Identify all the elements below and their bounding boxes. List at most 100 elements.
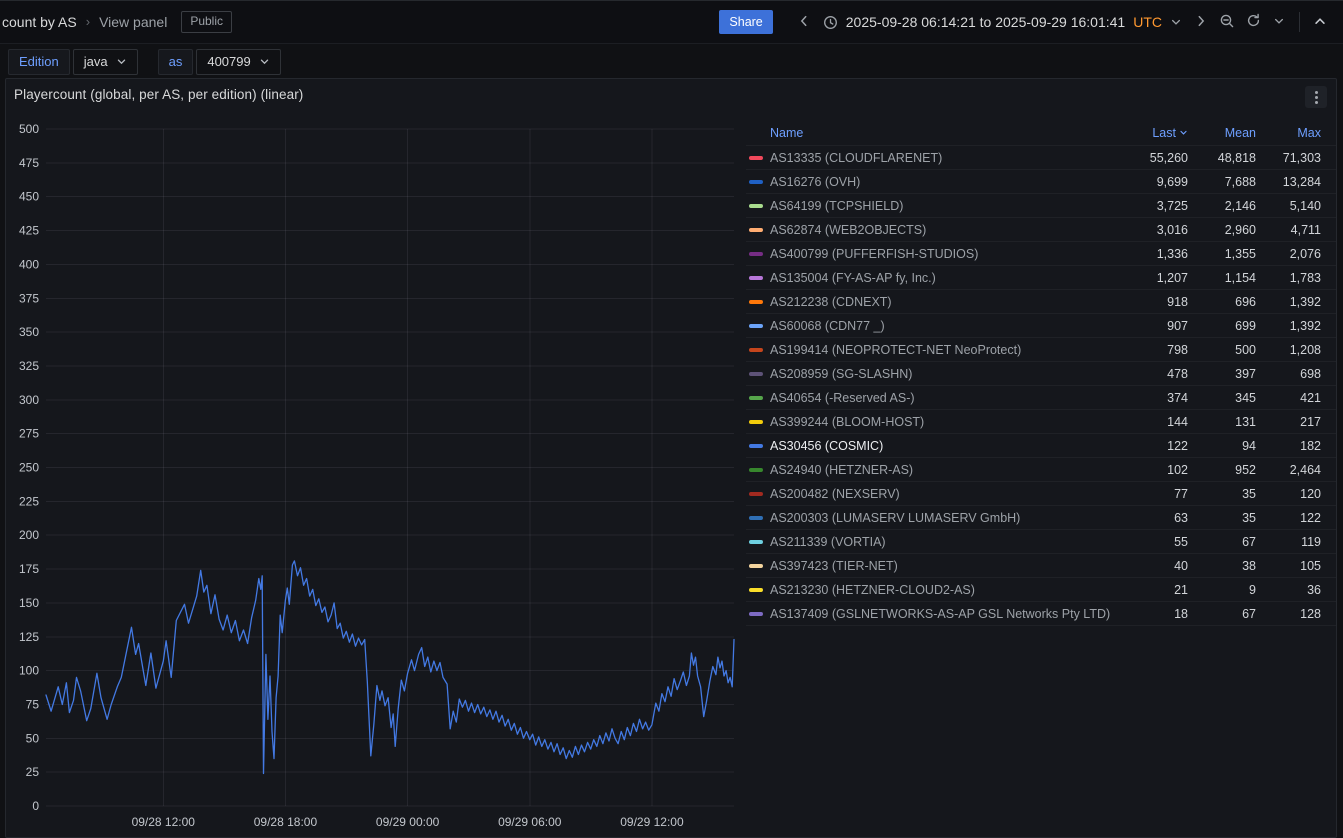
series-color-swatch — [749, 492, 763, 496]
panel-title: Playercount (global, per AS, per edition… — [14, 87, 303, 102]
series-mean-value: 48,818 — [1188, 151, 1256, 165]
legend-row: AS40654 (-Reserved AS-)374345421 — [746, 386, 1336, 410]
series-name[interactable]: AS212238 (CDNEXT) — [770, 295, 1132, 309]
time-range-forward-button[interactable] — [1188, 7, 1214, 37]
series-color-swatch — [749, 252, 763, 256]
collapse-controls-button[interactable] — [1307, 7, 1333, 37]
series-max-value: 182 — [1256, 439, 1321, 453]
series-color-swatch — [749, 564, 763, 568]
topbar-divider — [1299, 12, 1300, 32]
y-axis-tick-label: 0 — [32, 799, 39, 813]
breadcrumb-dashboard-link[interactable]: count by AS — [2, 14, 77, 30]
refresh-button[interactable] — [1240, 7, 1266, 37]
variable-edition-label: Edition — [8, 49, 70, 75]
legend-row: AS13335 (CLOUDFLARENET)55,26048,81871,30… — [746, 146, 1336, 170]
series-name[interactable]: AS397423 (TIER-NET) — [770, 559, 1132, 573]
series-name[interactable]: AS30456 (COSMIC) — [770, 439, 1132, 453]
series-line — [46, 561, 734, 774]
series-max-value: 71,303 — [1256, 151, 1321, 165]
series-last-value: 55 — [1132, 535, 1188, 549]
chevron-down-icon — [1273, 15, 1285, 30]
series-name[interactable]: AS60068 (CDN77 _) — [770, 319, 1132, 333]
time-range-back-button[interactable] — [791, 7, 817, 37]
series-name[interactable]: AS135004 (FY-AS-AP fy, Inc.) — [770, 271, 1132, 285]
series-mean-value: 1,154 — [1188, 271, 1256, 285]
legend-header-last[interactable]: Last — [1132, 126, 1188, 140]
legend-header-name[interactable]: Name — [770, 126, 1132, 140]
series-name[interactable]: AS13335 (CLOUDFLARENET) — [770, 151, 1132, 165]
legend-header-max[interactable]: Max — [1256, 126, 1321, 140]
series-color-swatch — [749, 444, 763, 448]
magnifier-minus-icon — [1219, 13, 1235, 32]
series-color-swatch — [749, 468, 763, 472]
share-button[interactable]: Share — [719, 10, 772, 34]
time-series-chart[interactable]: 0255075100125150175200225250275300325350… — [6, 119, 742, 833]
series-name[interactable]: AS16276 (OVH) — [770, 175, 1132, 189]
zoom-out-time-button[interactable] — [1214, 7, 1240, 37]
series-max-value: 421 — [1256, 391, 1321, 405]
series-max-value: 120 — [1256, 487, 1321, 501]
chevron-down-icon — [259, 56, 270, 67]
series-last-value: 18 — [1132, 607, 1188, 621]
topbar-controls: Share 2025-09-28 06:14:21 to 2025-09-29 … — [719, 7, 1333, 37]
y-axis-tick-label: 300 — [19, 393, 39, 407]
refresh-interval-dropdown[interactable] — [1266, 7, 1292, 37]
series-color-swatch — [749, 204, 763, 208]
series-name[interactable]: AS199414 (NEOPROTECT-NET NeoProtect) — [770, 343, 1132, 357]
series-name[interactable]: AS399244 (BLOOM-HOST) — [770, 415, 1132, 429]
series-mean-value: 345 — [1188, 391, 1256, 405]
series-last-value: 1,207 — [1132, 271, 1188, 285]
y-axis-tick-label: 250 — [19, 461, 39, 475]
series-name[interactable]: AS400799 (PUFFERFISH-STUDIOS) — [770, 247, 1132, 261]
y-axis-tick-label: 75 — [26, 697, 40, 711]
series-name[interactable]: AS137409 (GSLNETWORKS-AS-AP GSL Networks… — [770, 607, 1132, 621]
series-last-value: 9,699 — [1132, 175, 1188, 189]
legend-row: AS135004 (FY-AS-AP fy, Inc.)1,2071,1541,… — [746, 266, 1336, 290]
series-max-value: 2,464 — [1256, 463, 1321, 477]
time-range-text: 2025-09-28 06:14:21 to 2025-09-29 16:01:… — [846, 14, 1125, 30]
series-name[interactable]: AS200482 (NEXSERV) — [770, 487, 1132, 501]
legend-header-mean[interactable]: Mean — [1188, 126, 1256, 140]
series-max-value: 1,392 — [1256, 295, 1321, 309]
series-name[interactable]: AS62874 (WEB2OBJECTS) — [770, 223, 1132, 237]
series-color-swatch — [749, 588, 763, 592]
series-mean-value: 67 — [1188, 607, 1256, 621]
variable-as-value: 400799 — [207, 54, 250, 69]
series-name[interactable]: AS211339 (VORTIA) — [770, 535, 1132, 549]
series-name[interactable]: AS40654 (-Reserved AS-) — [770, 391, 1132, 405]
series-name[interactable]: AS208959 (SG-SLASHN) — [770, 367, 1132, 381]
series-name[interactable]: AS200303 (LUMASERV LUMASERV GmbH) — [770, 511, 1132, 525]
breadcrumb-separator: › — [86, 14, 90, 29]
legend-row: AS199414 (NEOPROTECT-NET NeoProtect)7985… — [746, 338, 1336, 362]
series-name[interactable]: AS64199 (TCPSHIELD) — [770, 199, 1132, 213]
y-axis-tick-label: 150 — [19, 596, 39, 610]
series-color-swatch — [749, 420, 763, 424]
series-last-value: 798 — [1132, 343, 1188, 357]
series-color-swatch — [749, 396, 763, 400]
series-name[interactable]: AS213230 (HETZNER-CLOUD2-AS) — [770, 583, 1132, 597]
y-axis-tick-label: 450 — [19, 190, 39, 204]
series-max-value: 698 — [1256, 367, 1321, 381]
series-mean-value: 500 — [1188, 343, 1256, 357]
series-max-value: 1,783 — [1256, 271, 1321, 285]
series-mean-value: 67 — [1188, 535, 1256, 549]
legend-header-row: NameLastMeanMax — [746, 120, 1336, 146]
variable-as-value-dropdown[interactable]: 400799 — [196, 49, 280, 75]
series-color-swatch — [749, 324, 763, 328]
time-range-picker[interactable]: 2025-09-28 06:14:21 to 2025-09-29 16:01:… — [817, 7, 1188, 37]
legend-row: AS212238 (CDNEXT)9186961,392 — [746, 290, 1336, 314]
series-color-swatch — [749, 516, 763, 520]
series-last-value: 3,016 — [1132, 223, 1188, 237]
variable-edition-value-dropdown[interactable]: java — [73, 49, 138, 75]
legend-row: AS208959 (SG-SLASHN)478397698 — [746, 362, 1336, 386]
series-color-swatch — [749, 228, 763, 232]
series-max-value: 105 — [1256, 559, 1321, 573]
breadcrumb-current: View panel — [99, 14, 167, 30]
top-navigation-bar: count by AS › View panel Public Share 20… — [0, 0, 1343, 44]
y-axis-tick-label: 125 — [19, 630, 39, 644]
series-color-swatch — [749, 540, 763, 544]
series-max-value: 2,076 — [1256, 247, 1321, 261]
panel-menu-button[interactable] — [1305, 86, 1327, 108]
series-name[interactable]: AS24940 (HETZNER-AS) — [770, 463, 1132, 477]
legend-row: AS200303 (LUMASERV LUMASERV GmbH)6335122 — [746, 506, 1336, 530]
